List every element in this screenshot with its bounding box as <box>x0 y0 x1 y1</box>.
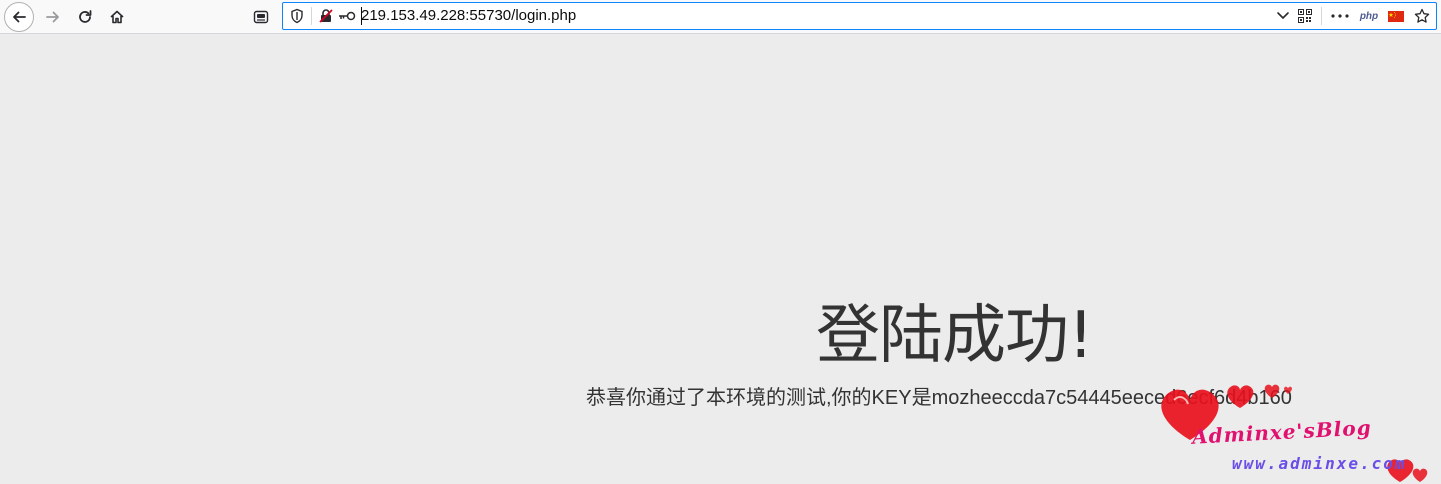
success-message: 恭喜你通过了本环境的测试,你的KEY是mozheeccda7c54445eece… <box>586 387 1292 409</box>
chevron-down-icon[interactable] <box>1275 6 1291 26</box>
back-button[interactable] <box>4 2 34 32</box>
tracking-shield-icon[interactable] <box>289 6 305 26</box>
home-button[interactable] <box>102 2 132 32</box>
url-separator-right <box>1321 7 1322 25</box>
reload-icon <box>79 10 92 23</box>
key-icon[interactable] <box>337 6 357 26</box>
url-separator <box>311 7 312 25</box>
qr-code-icon[interactable] <box>1297 6 1313 26</box>
reader-view-button[interactable] <box>246 2 276 32</box>
reload-button[interactable] <box>70 2 100 32</box>
address-bar[interactable]: 219.153.49.228:55730/login.php php <box>282 2 1437 30</box>
star-icon[interactable] <box>1413 6 1431 26</box>
watermark-title: Adminxe'sBlog <box>1191 415 1373 449</box>
login-success-heading: 登陆成功! <box>816 299 1094 373</box>
forward-button[interactable] <box>38 2 68 32</box>
back-arrow-icon <box>13 11 26 23</box>
url-text[interactable]: 219.153.49.228:55730/login.php <box>361 7 576 25</box>
more-actions-icon[interactable] <box>1329 6 1351 26</box>
watermark-url: www.adminxe.com <box>1232 454 1407 473</box>
insecure-connection-icon[interactable] <box>317 6 335 26</box>
forward-arrow-icon <box>46 11 59 23</box>
china-flag-icon[interactable] <box>1387 6 1405 26</box>
reader-view-icon <box>253 10 269 24</box>
home-icon <box>110 10 124 24</box>
php-extension-icon[interactable]: php <box>1358 6 1380 26</box>
browser-toolbar: 219.153.49.228:55730/login.php php <box>0 0 1441 34</box>
